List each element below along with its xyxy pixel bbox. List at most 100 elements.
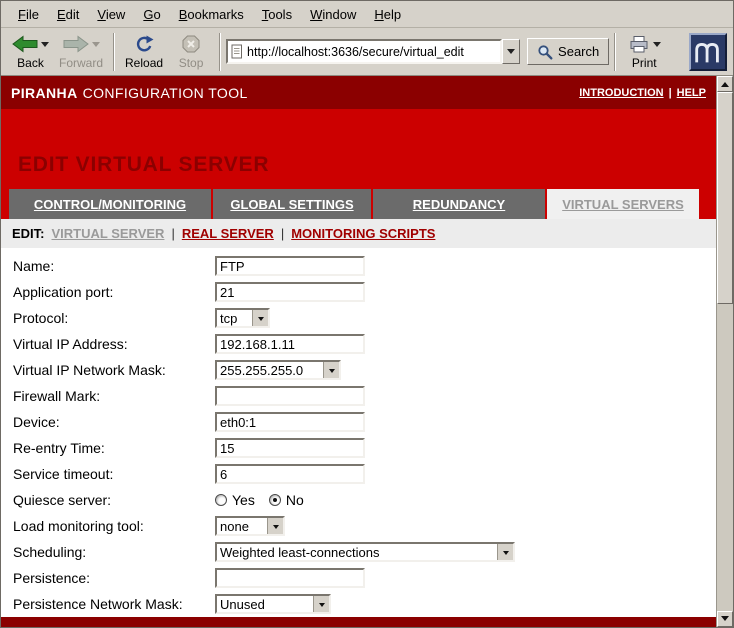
title-band: EDIT VIRTUAL SERVER (1, 109, 716, 189)
tab-virtual-servers[interactable]: VIRTUAL SERVERS (547, 189, 699, 219)
tab-redundancy[interactable]: REDUNDANCY (373, 189, 545, 219)
field-label: Application port: (13, 284, 215, 300)
application-port-field[interactable] (215, 282, 365, 302)
field-label: Device: (13, 414, 215, 430)
menu-view[interactable]: View (88, 3, 134, 26)
menu-edit[interactable]: Edit (48, 3, 88, 26)
firewall-mark-field[interactable] (215, 386, 365, 406)
subnav-separator: | (281, 226, 284, 241)
reentry-time-field[interactable] (215, 438, 365, 458)
form-row: Name: (13, 253, 716, 279)
select-value: tcp (217, 310, 252, 326)
persistence-field[interactable] (215, 568, 365, 588)
scroll-down-button[interactable] (717, 611, 733, 627)
field-label: Quiesce server: (13, 492, 215, 508)
tab-global-settings[interactable]: GLOBAL SETTINGS (213, 189, 371, 219)
forward-button: Forward (54, 30, 108, 74)
form-row: Persistence Network Mask: Unused (13, 591, 716, 617)
link-separator: | (669, 87, 672, 99)
forward-label: Forward (59, 56, 103, 70)
subnav-real-server-link[interactable]: REAL SERVER (182, 226, 274, 241)
service-timeout-field[interactable] (215, 464, 365, 484)
scroll-up-button[interactable] (717, 76, 733, 92)
menu-bookmarks[interactable]: Bookmarks (170, 3, 253, 26)
form-row: Device: (13, 409, 716, 435)
back-icon (12, 35, 38, 53)
toolbar-separator (614, 33, 616, 71)
back-dropdown-caret[interactable] (41, 42, 49, 47)
url-bar (226, 39, 502, 64)
introduction-link[interactable]: INTRODUCTION (579, 87, 663, 99)
reload-icon (134, 35, 154, 54)
forward-dropdown-caret (92, 42, 100, 47)
field-label: Virtual IP Address: (13, 336, 215, 352)
vip-netmask-select[interactable]: 255.255.255.0 (215, 360, 341, 380)
url-input[interactable] (247, 45, 497, 59)
field-label: Protocol: (13, 310, 215, 326)
field-label: Firewall Mark: (13, 388, 215, 404)
search-button[interactable]: Search (527, 38, 609, 65)
protocol-select[interactable]: tcp (215, 308, 270, 328)
tab-control-monitoring[interactable]: CONTROL/MONITORING (9, 189, 211, 219)
select-value: Unused (217, 596, 313, 612)
form-row: Virtual IP Address: (13, 331, 716, 357)
print-icon (628, 35, 650, 53)
radio-label: No (286, 492, 304, 508)
chevron-down-icon[interactable] (252, 310, 268, 326)
subnav-separator: | (171, 226, 174, 241)
virtual-server-form: Name: Application port: Protocol: tcp Vi… (1, 248, 716, 617)
navigation-toolbar: Back Forward Reload (1, 28, 733, 76)
chevron-down-icon[interactable] (497, 544, 513, 560)
field-label: Load monitoring tool: (13, 518, 215, 534)
browser-viewport: PIRANHACONFIGURATION TOOL INTRODUCTION |… (1, 76, 733, 627)
field-label: Virtual IP Network Mask: (13, 362, 215, 378)
device-field[interactable] (215, 412, 365, 432)
menu-help[interactable]: Help (365, 3, 410, 26)
url-history-button[interactable] (502, 39, 520, 64)
menu-go[interactable]: Go (134, 3, 169, 26)
arrow-down-icon (721, 616, 729, 625)
name-field[interactable] (215, 256, 365, 276)
menu-file[interactable]: File (9, 3, 48, 26)
forward-icon (63, 35, 89, 53)
toolbar-separator (113, 33, 115, 71)
subnav-virtual-server-link[interactable]: VIRTUAL SERVER (52, 226, 165, 241)
chevron-down-icon[interactable] (267, 518, 283, 534)
form-row: Scheduling: Weighted least-connections (13, 539, 716, 565)
scroll-track[interactable] (717, 304, 733, 611)
form-row: Virtual IP Network Mask: 255.255.255.0 (13, 357, 716, 383)
scheduling-select[interactable]: Weighted least-connections (215, 542, 515, 562)
quiesce-no-radio[interactable] (269, 494, 281, 506)
help-link[interactable]: HELP (677, 87, 706, 99)
load-monitoring-select[interactable]: none (215, 516, 285, 536)
chevron-down-icon[interactable] (323, 362, 339, 378)
reload-label: Reload (125, 56, 163, 70)
back-button[interactable]: Back (7, 30, 54, 74)
search-label: Search (558, 44, 599, 59)
print-button[interactable]: Print (621, 30, 667, 74)
reload-button[interactable]: Reload (120, 30, 168, 74)
field-label: Scheduling: (13, 544, 215, 560)
vertical-scrollbar[interactable] (716, 76, 733, 627)
print-dropdown-caret[interactable] (653, 42, 661, 47)
subnav-monitoring-scripts-link[interactable]: MONITORING SCRIPTS (291, 226, 435, 241)
chevron-down-icon[interactable] (313, 596, 329, 612)
quiesce-radio-group: Yes No (215, 492, 304, 508)
stop-button: Stop (168, 30, 214, 74)
select-value: none (217, 518, 267, 534)
quiesce-yes-radio[interactable] (215, 494, 227, 506)
scroll-thumb[interactable] (717, 92, 733, 304)
mozilla-throbber[interactable] (689, 33, 727, 71)
radio-label: Yes (232, 492, 255, 508)
mozilla-logo-icon (692, 37, 724, 67)
menu-window[interactable]: Window (301, 3, 365, 26)
footer-bar (1, 617, 716, 627)
app-title: PIRANHACONFIGURATION TOOL (11, 85, 248, 101)
menu-tools[interactable]: Tools (253, 3, 301, 26)
app-header: PIRANHACONFIGURATION TOOL INTRODUCTION |… (1, 76, 716, 109)
virtual-ip-field[interactable] (215, 334, 365, 354)
field-label: Service timeout: (13, 466, 215, 482)
persistence-netmask-select[interactable]: Unused (215, 594, 331, 614)
select-value: 255.255.255.0 (217, 362, 323, 378)
tab-bar: CONTROL/MONITORING GLOBAL SETTINGS REDUN… (1, 189, 716, 219)
